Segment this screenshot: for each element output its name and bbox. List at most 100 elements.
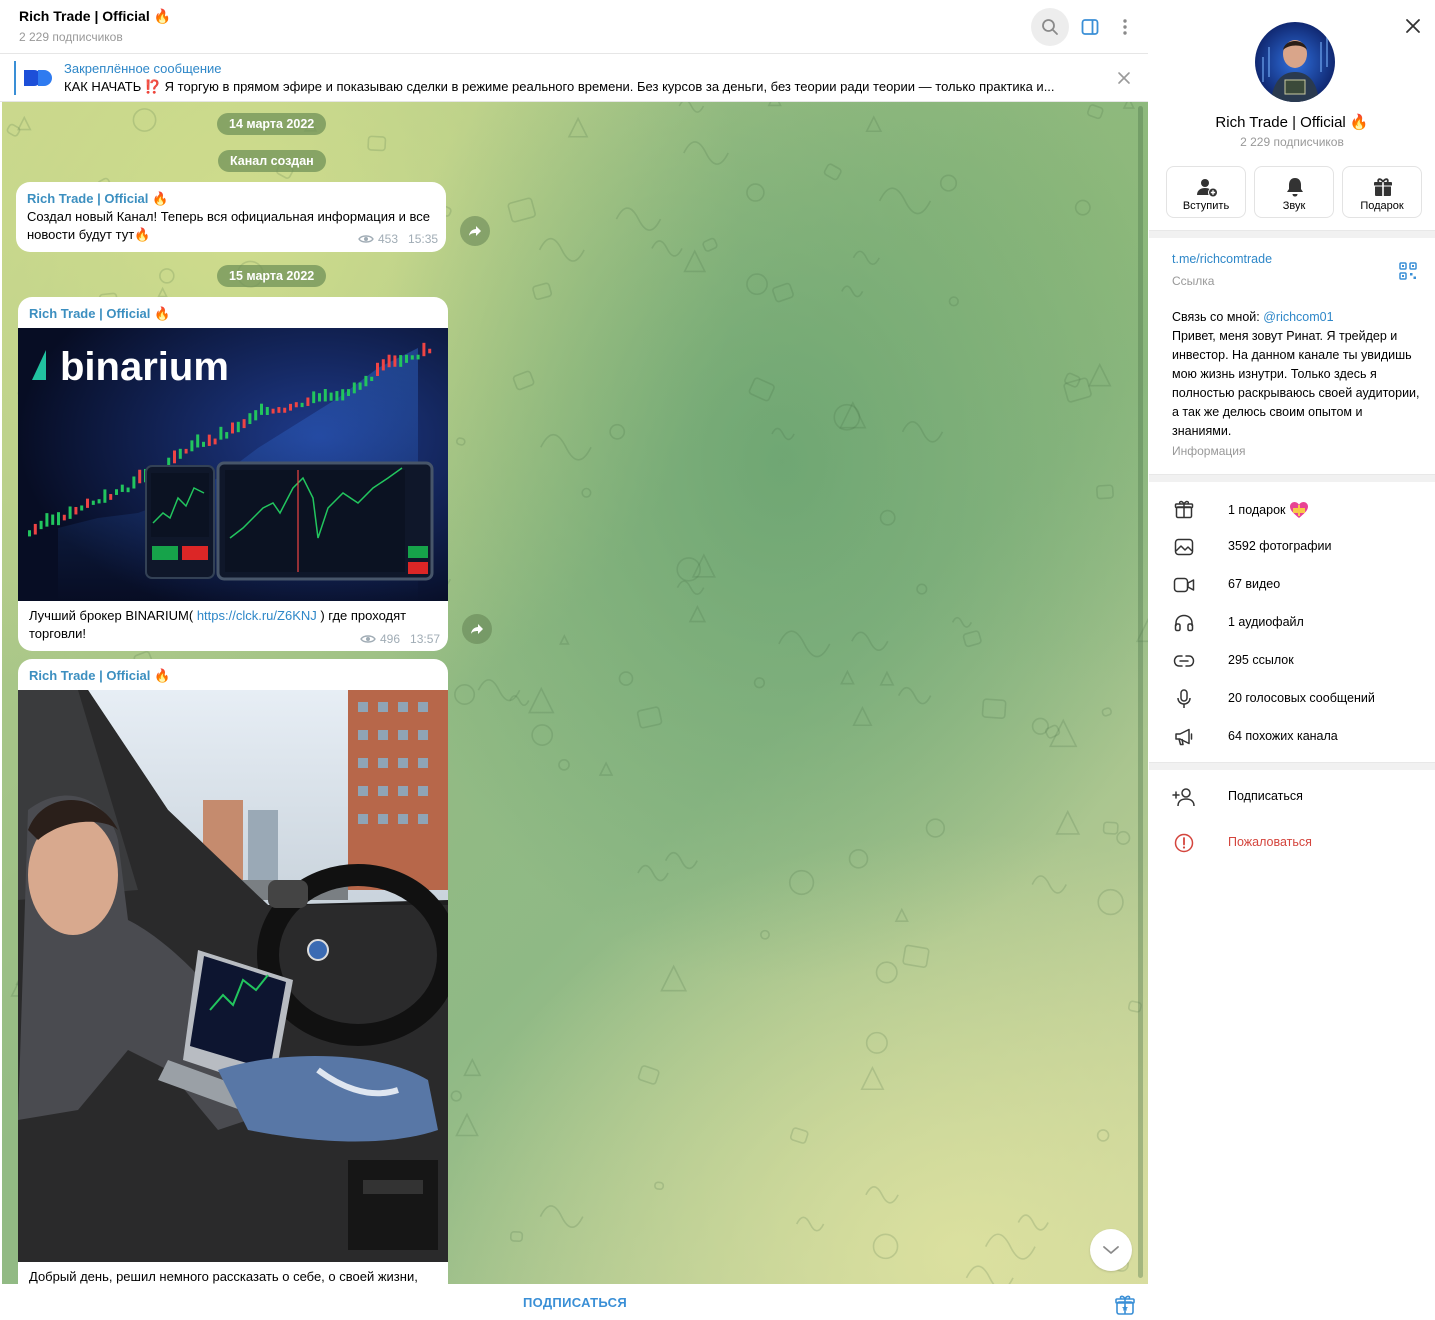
media-gifts-row[interactable]: 1 подарок bbox=[1149, 492, 1435, 526]
wallpaper-doodle bbox=[512, 370, 535, 391]
decorative-candle bbox=[335, 391, 339, 401]
wallpaper-doodle bbox=[879, 670, 895, 686]
media-audio-label: 1 аудиофайл bbox=[1228, 615, 1304, 629]
decorative-candle bbox=[138, 469, 142, 484]
close-icon bbox=[1118, 72, 1130, 84]
toggle-sidebar-button[interactable] bbox=[1071, 8, 1109, 46]
description-label: Информация bbox=[1172, 444, 1246, 458]
share-button[interactable] bbox=[462, 614, 492, 644]
sound-label: Звук bbox=[1282, 200, 1306, 212]
media-similar-channels-row[interactable]: 64 похожих канала bbox=[1149, 720, 1435, 754]
message-author[interactable]: Rich Trade | Official 🔥 bbox=[29, 668, 170, 684]
decorative-candle bbox=[265, 406, 269, 416]
decorative-candle bbox=[416, 354, 420, 360]
decorative-candle bbox=[190, 440, 194, 452]
search-button[interactable] bbox=[1031, 8, 1069, 46]
decorative-candle bbox=[173, 450, 176, 464]
wallpaper-doodle bbox=[615, 207, 662, 231]
message-photo[interactable]: binarium bbox=[18, 328, 448, 601]
description-text: Привет, меня зовут Ринат. Я трейдер и ин… bbox=[1172, 329, 1420, 438]
chat-title[interactable]: Rich Trade | Official 🔥 bbox=[19, 8, 171, 25]
wallpaper-doodle bbox=[532, 282, 553, 301]
wallpaper-doodle bbox=[463, 1057, 482, 1077]
more-vertical-icon bbox=[1123, 19, 1127, 35]
decorative-candle bbox=[329, 392, 333, 401]
subscribe-button[interactable]: ПОДПИСАТЬСЯ bbox=[430, 1290, 720, 1316]
pinned-message-bar[interactable]: Закреплённое сообщение КАК НАЧАТЬ ⁉️ Я т… bbox=[0, 54, 1148, 102]
channel-avatar[interactable] bbox=[1255, 22, 1335, 102]
wallpaper-doodle bbox=[1055, 809, 1081, 835]
wallpaper-doodle bbox=[1017, 1214, 1049, 1231]
scroll-to-bottom-button[interactable] bbox=[1090, 1229, 1132, 1271]
media-photos-row[interactable]: 3592 фотографии bbox=[1149, 530, 1435, 564]
date-separator: 15 марта 2022 bbox=[217, 265, 327, 287]
photo-icon bbox=[1174, 538, 1194, 556]
contact-mention-link[interactable]: @richcom01 bbox=[1263, 310, 1333, 324]
wallpaper-doodle bbox=[865, 1185, 899, 1204]
channel-info-panel: Rich Trade | Official 🔥 2 229 подписчико… bbox=[1149, 0, 1435, 1320]
message-author[interactable]: Rich Trade | Official 🔥 bbox=[27, 191, 168, 207]
qr-code-icon[interactable] bbox=[1399, 262, 1417, 280]
close-pinned-button[interactable] bbox=[1112, 66, 1136, 90]
decorative-candle bbox=[196, 434, 200, 448]
decorative-candle bbox=[39, 520, 43, 530]
wallpaper-doodle bbox=[688, 604, 707, 623]
media-videos-label: 67 видео bbox=[1228, 577, 1281, 591]
channel-link-label: Ссылка bbox=[1172, 274, 1215, 288]
wallpaper-doodle bbox=[683, 249, 707, 273]
gift-icon[interactable] bbox=[1114, 1294, 1136, 1316]
wallpaper-doodle bbox=[637, 864, 669, 882]
decorative-candle bbox=[28, 530, 31, 537]
bell-icon bbox=[1287, 178, 1303, 197]
decorative-candle bbox=[51, 514, 55, 525]
channel-link[interactable]: t.me/richcomtrade bbox=[1172, 252, 1272, 266]
wallpaper-doodle bbox=[455, 437, 466, 446]
message-bubble[interactable]: Rich Trade | Official 🔥 Создал новый Кан… bbox=[16, 182, 446, 252]
share-button[interactable] bbox=[460, 216, 490, 246]
message-list[interactable]: 14 марта 2022 Канал создан Rich Trade | … bbox=[2, 102, 1148, 1284]
date-separator: 14 марта 2022 bbox=[217, 113, 327, 135]
report-row[interactable]: Пожаловаться bbox=[1149, 826, 1435, 860]
chat-header[interactable]: Rich Trade | Official 🔥 2 229 подписчико… bbox=[0, 0, 1148, 54]
wallpaper-doodle bbox=[559, 634, 570, 645]
message-list-scrollbar[interactable] bbox=[1138, 106, 1143, 1278]
decorative-candle bbox=[289, 403, 292, 411]
media-photos-label: 3592 фотографии bbox=[1228, 539, 1332, 553]
message-bubble[interactable]: Rich Trade | Official 🔥 binarium Лучший … bbox=[18, 297, 448, 651]
wallpaper-doodle bbox=[1087, 104, 1104, 120]
message-bubble[interactable]: Rich Trade | Official 🔥 Добрый день, реш… bbox=[18, 659, 448, 1284]
message-text-part: Лучший брокер BINARIUM( bbox=[29, 608, 197, 623]
close-panel-button[interactable] bbox=[1401, 14, 1425, 38]
wallpaper-doodle bbox=[760, 929, 770, 940]
media-links-row[interactable]: 295 ссылок bbox=[1149, 644, 1435, 678]
wallpaper-doodle bbox=[875, 961, 898, 984]
sidebar-icon bbox=[1081, 19, 1099, 35]
sound-button[interactable]: Звук bbox=[1254, 166, 1334, 218]
decorative-candle bbox=[207, 434, 211, 446]
decorative-candle bbox=[370, 376, 374, 382]
decorative-candle bbox=[86, 498, 89, 508]
wallpaper-doodle bbox=[852, 250, 880, 266]
message-link[interactable]: https://clck.ru/Z6KNJ bbox=[197, 608, 317, 623]
wallpaper-doodle bbox=[897, 686, 932, 705]
wallpaper-doodle bbox=[1074, 199, 1091, 216]
join-button[interactable]: Вступить bbox=[1166, 166, 1246, 218]
chevron-down-icon bbox=[1103, 1246, 1119, 1254]
media-audio-row[interactable]: 1 аудиофайл bbox=[1149, 606, 1435, 640]
decorative-candle bbox=[364, 375, 368, 387]
media-voice-row[interactable]: 20 голосовых сообщений bbox=[1149, 682, 1435, 716]
wallpaper-doodle bbox=[509, 1230, 524, 1242]
media-similar-channels-label: 64 похожих канала bbox=[1228, 729, 1338, 743]
views-eye-icon bbox=[360, 635, 376, 643]
gift-button[interactable]: Подарок bbox=[1342, 166, 1422, 218]
message-author[interactable]: Rich Trade | Official 🔥 bbox=[29, 306, 170, 322]
media-videos-row[interactable]: 67 видео bbox=[1149, 568, 1435, 602]
panel-subscribe-row[interactable]: Подписаться bbox=[1149, 780, 1435, 814]
decorative-candle bbox=[405, 354, 408, 363]
wallpaper-doodle bbox=[795, 1216, 825, 1232]
more-menu-button[interactable] bbox=[1106, 8, 1144, 46]
wallpaper-doodle bbox=[872, 1233, 899, 1260]
wallpaper-doodle bbox=[16, 115, 32, 131]
message-photo[interactable] bbox=[18, 690, 448, 1262]
wallpaper-doodle bbox=[865, 115, 883, 133]
